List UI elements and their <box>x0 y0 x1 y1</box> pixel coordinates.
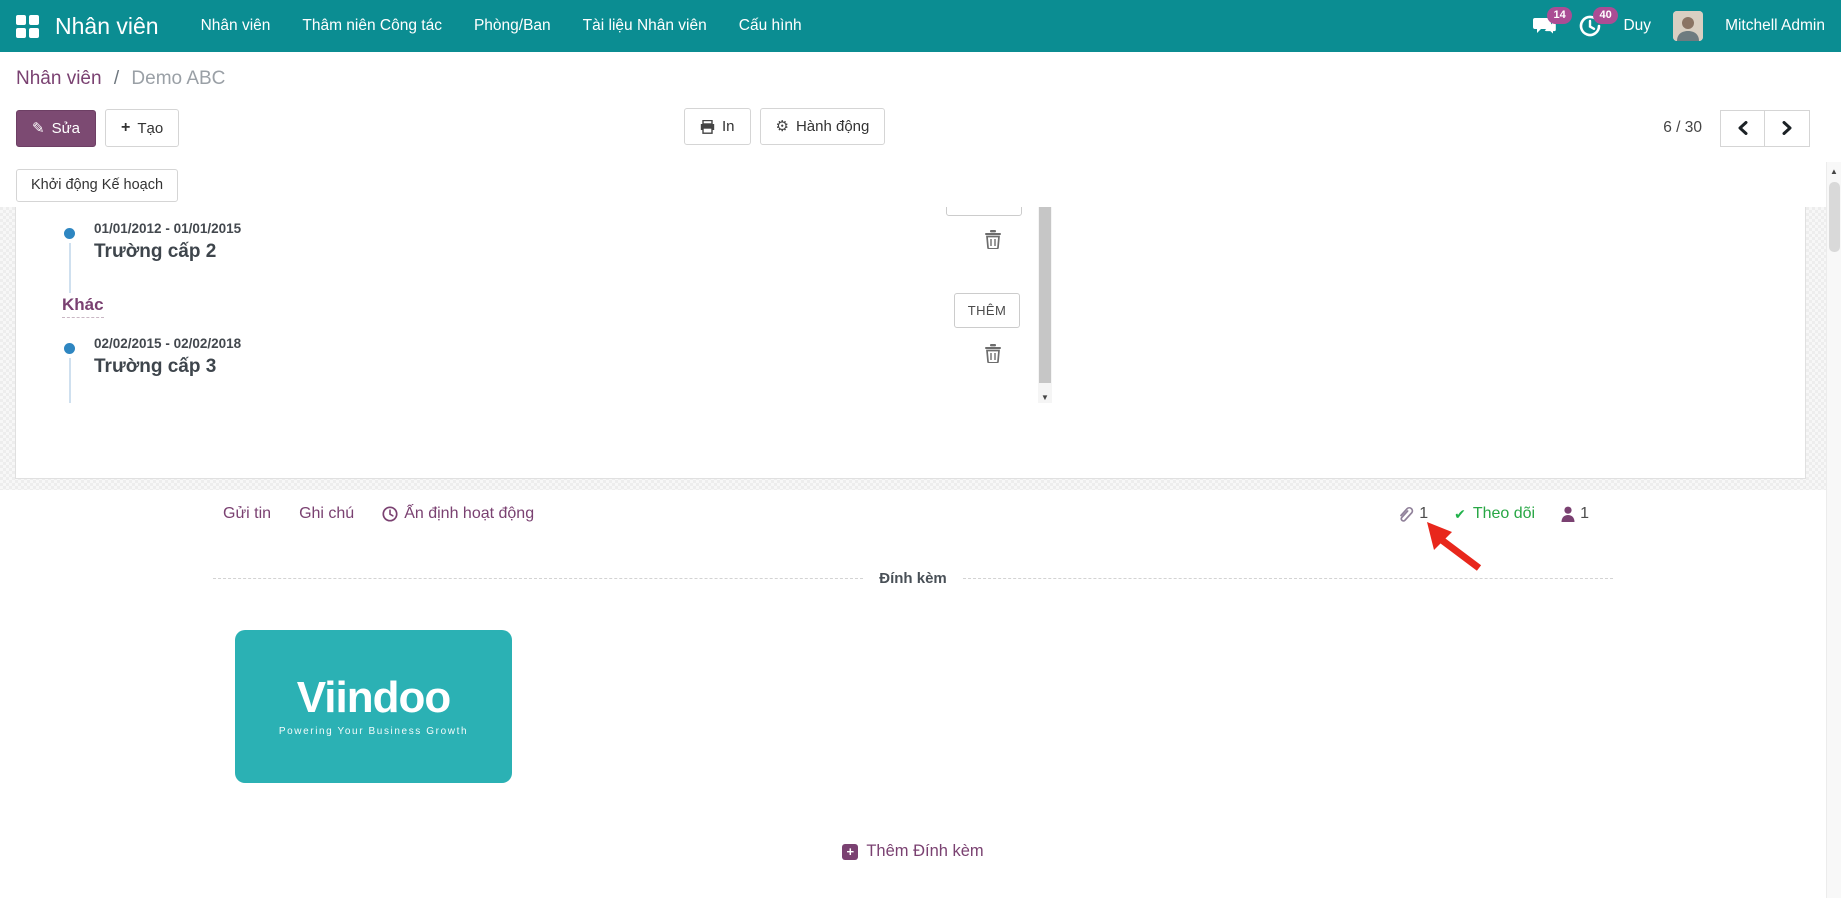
nav-item-employees[interactable]: Nhân viên <box>185 0 287 52</box>
page-scrollbar[interactable]: ▲ <box>1826 162 1841 898</box>
breadcrumb-separator: / <box>113 68 120 89</box>
attachment-tagline: Powering Your Business Growth <box>278 726 469 737</box>
control-panel: ✎ Sửa + Tạo In ⚙ Hành động 6 / 30 <box>0 94 1826 162</box>
trash-icon <box>985 344 1001 363</box>
gear-icon: ⚙ <box>775 118 789 135</box>
page-scrollbar-thumb[interactable] <box>1829 182 1840 252</box>
scroll-up-arrow-icon[interactable]: ▲ <box>1827 167 1841 176</box>
timeline-entry-title: Trường cấp 2 <box>94 241 217 262</box>
attachments-divider: Đính kèm <box>213 570 1614 587</box>
delete-entry-button[interactable] <box>984 341 1006 365</box>
timeline-dot <box>64 228 75 239</box>
plus-square-icon: + <box>842 843 859 860</box>
activities-badge: 40 <box>1593 7 1618 24</box>
messages-button[interactable]: 14 <box>1533 7 1572 37</box>
follow-button-label: Theo dõi <box>1472 505 1536 522</box>
timeline-section-label[interactable]: Khác <box>62 295 104 318</box>
add-attachment-label: Thêm Đính kèm <box>866 842 984 860</box>
send-message-tab[interactable]: Gửi tin <box>223 505 271 523</box>
print-button[interactable]: In <box>684 108 751 145</box>
timeline-dot <box>64 343 75 354</box>
timeline-entry[interactable]: 02/02/2015 - 02/02/2018 Trường cấp 3 <box>94 336 241 378</box>
breadcrumb-parent-link[interactable]: Nhân viên <box>16 68 102 89</box>
activities-button[interactable]: 40 <box>1579 7 1618 37</box>
clock-icon <box>382 506 398 522</box>
add-attachment-button[interactable]: + Thêm Đính kèm <box>842 842 984 861</box>
attachments-count: 1 <box>1419 505 1429 522</box>
pencil-icon: ✎ <box>32 119 45 137</box>
print-button-label: In <box>722 118 735 135</box>
action-buttons: In ⚙ Hành động <box>684 108 886 145</box>
followers-count: 1 <box>1580 505 1589 522</box>
chevron-right-icon <box>1782 121 1792 135</box>
nav-item-departments[interactable]: Phòng/Ban <box>458 0 567 52</box>
messages-badge: 14 <box>1547 7 1572 24</box>
schedule-activity-tab[interactable]: Ấn định hoạt động <box>382 505 534 523</box>
check-icon: ✔ <box>1454 505 1466 522</box>
add-timeline-entry-button[interactable]: THÊM <box>954 293 1020 328</box>
pager-value: 6 / 30 <box>1663 119 1702 136</box>
apps-menu-icon[interactable] <box>16 14 39 38</box>
attachment-logo-text: Viindoo <box>296 673 452 722</box>
paperclip-icon <box>1397 505 1414 523</box>
partially-visible-add-button[interactable] <box>946 207 1022 216</box>
user-avatar[interactable] <box>1673 11 1704 41</box>
delete-entry-button[interactable] <box>984 227 1006 251</box>
scroll-down-arrow-icon[interactable]: ▼ <box>1038 393 1052 402</box>
launch-plan-button[interactable]: Khởi động Kế hoạch <box>16 169 179 202</box>
schedule-activity-label: Ấn định hoạt động <box>404 505 535 522</box>
action-menu-button[interactable]: ⚙ Hành động <box>759 108 886 145</box>
timeline-scrollbar-thumb[interactable] <box>1039 207 1051 383</box>
action-button-label: Hành động <box>795 118 870 135</box>
timeline-connector <box>69 358 71 403</box>
record-pager: 6 / 30 <box>1663 109 1810 147</box>
attachment-preview[interactable]: Viindoo Powering Your Business Growth <box>235 630 512 783</box>
edit-button[interactable]: ✎ Sửa <box>16 109 96 147</box>
timeline-scrollbar[interactable]: ▼ <box>1038 207 1052 403</box>
follow-button[interactable]: ✔ Theo dõi <box>1454 505 1535 523</box>
create-button[interactable]: + Tạo <box>104 109 180 147</box>
create-button-label: Tạo <box>137 119 164 137</box>
main-menu: Nhân viên Thâm niên Công tác Phòng/Ban T… <box>185 0 818 52</box>
company-switcher[interactable]: Duy <box>1623 17 1651 35</box>
previous-record-button[interactable] <box>1720 109 1765 147</box>
breadcrumb-current: Demo ABC <box>131 68 226 89</box>
person-icon <box>1561 506 1575 522</box>
breadcrumb: Nhân viên / Demo ABC <box>0 52 1826 94</box>
nav-item-configuration[interactable]: Cấu hình <box>723 0 818 52</box>
form-view: Khởi động Kế hoạch 01/01/2012 - 01/01/20… <box>0 162 1841 898</box>
attachments-divider-label: Đính kèm <box>879 570 947 587</box>
resume-timeline: 01/01/2012 - 01/01/2015 Trường cấp 2 Khá… <box>16 207 1052 403</box>
next-record-button[interactable] <box>1765 109 1810 147</box>
form-statusbar: Khởi động Kế hoạch <box>0 162 1826 207</box>
log-note-tab[interactable]: Ghi chú <box>299 505 354 523</box>
printer-icon <box>700 119 715 134</box>
followers-button[interactable]: 1 <box>1561 505 1589 523</box>
timeline-entry-dates: 02/02/2015 - 02/02/2018 <box>94 336 242 351</box>
chatter: Gửi tin Ghi chú Ấn định hoạt động 1 ✔ Th… <box>0 490 1826 898</box>
trash-icon <box>985 230 1001 249</box>
chevron-left-icon <box>1738 121 1747 135</box>
timeline-connector <box>69 243 71 293</box>
form-sheet: 01/01/2012 - 01/01/2015 Trường cấp 2 Khá… <box>15 207 1806 479</box>
nav-item-seniority[interactable]: Thâm niên Công tác <box>286 0 458 52</box>
app-window: Nhân viên Nhân viên Thâm niên Công tác P… <box>0 0 1841 898</box>
nav-item-documents[interactable]: Tài liệu Nhân viên <box>567 0 723 52</box>
timeline-entry-dates: 01/01/2012 - 01/01/2015 <box>94 221 242 236</box>
app-brand[interactable]: Nhân viên <box>55 13 159 40</box>
navbar-systray: 14 40 Duy Mitchell Admin <box>1533 7 1825 41</box>
attachments-button[interactable]: 1 <box>1397 505 1428 523</box>
top-navbar: Nhân viên Nhân viên Thâm niên Công tác P… <box>0 0 1841 52</box>
timeline-entry[interactable]: 01/01/2012 - 01/01/2015 Trường cấp 2 <box>94 221 241 263</box>
timeline-entry-title: Trường cấp 3 <box>94 356 217 377</box>
chatter-tabs: Gửi tin Ghi chú Ấn định hoạt động <box>223 505 534 523</box>
user-menu[interactable]: Mitchell Admin <box>1725 17 1825 35</box>
edit-button-label: Sửa <box>51 119 80 137</box>
plus-icon: + <box>120 119 131 136</box>
